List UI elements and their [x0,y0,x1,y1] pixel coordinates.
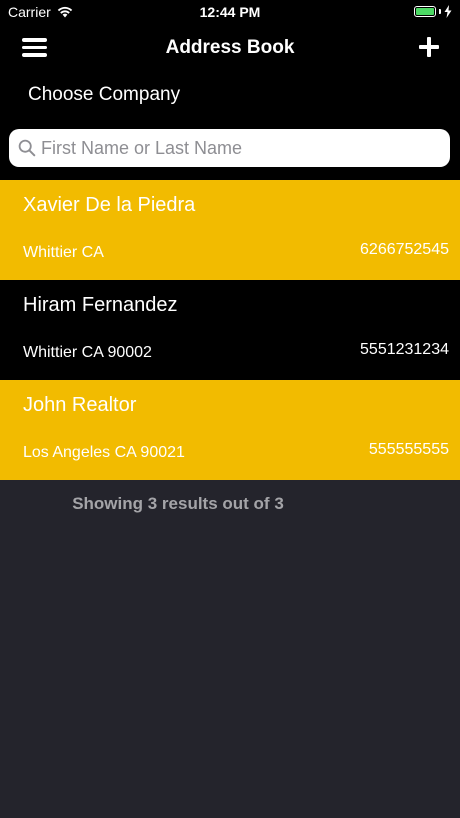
choose-company-row[interactable]: Choose Company [0,70,460,120]
contact-row[interactable]: John Realtor Los Angeles CA 90021 555555… [0,380,460,480]
search-icon [18,139,36,157]
battery-indicator [414,5,452,18]
navigation-bar: Address Book [0,24,460,70]
contact-address: Whittier CA [23,244,104,261]
contact-phone: 6266752545 [360,241,449,258]
add-contact-button[interactable] [418,36,440,58]
search-bar [0,120,460,180]
page-title: Address Book [165,37,295,58]
charging-bolt-icon [444,5,452,18]
battery-cap [439,9,441,14]
search-field[interactable] [9,129,450,167]
contact-list: Xavier De la Piedra Whittier CA 62667525… [0,180,460,480]
search-input[interactable] [41,133,441,163]
status-bar: Carrier 12:44 PM [0,0,460,24]
battery-level-fill [416,8,434,15]
contact-name: John Realtor [23,394,137,416]
battery-icon [414,6,436,17]
contact-address: Los Angeles CA 90021 [23,444,185,461]
contact-row[interactable]: Hiram Fernandez Whittier CA 90002 555123… [0,280,460,380]
contact-row[interactable]: Xavier De la Piedra Whittier CA 62667525… [0,180,460,280]
contact-phone: 555555555 [368,441,449,458]
contact-name: Hiram Fernandez [23,294,178,316]
results-count-text: Showing 3 results out of 3 [72,494,284,513]
status-time: 12:44 PM [199,4,261,20]
contact-address: Whittier CA 90002 [23,344,152,361]
contact-phone: 5551231234 [360,341,449,358]
address-book-screen: Carrier 12:44 PM Address Book Choose Com… [0,0,460,818]
contact-name: Xavier De la Piedra [23,194,196,216]
choose-company-label: Choose Company [28,84,181,105]
